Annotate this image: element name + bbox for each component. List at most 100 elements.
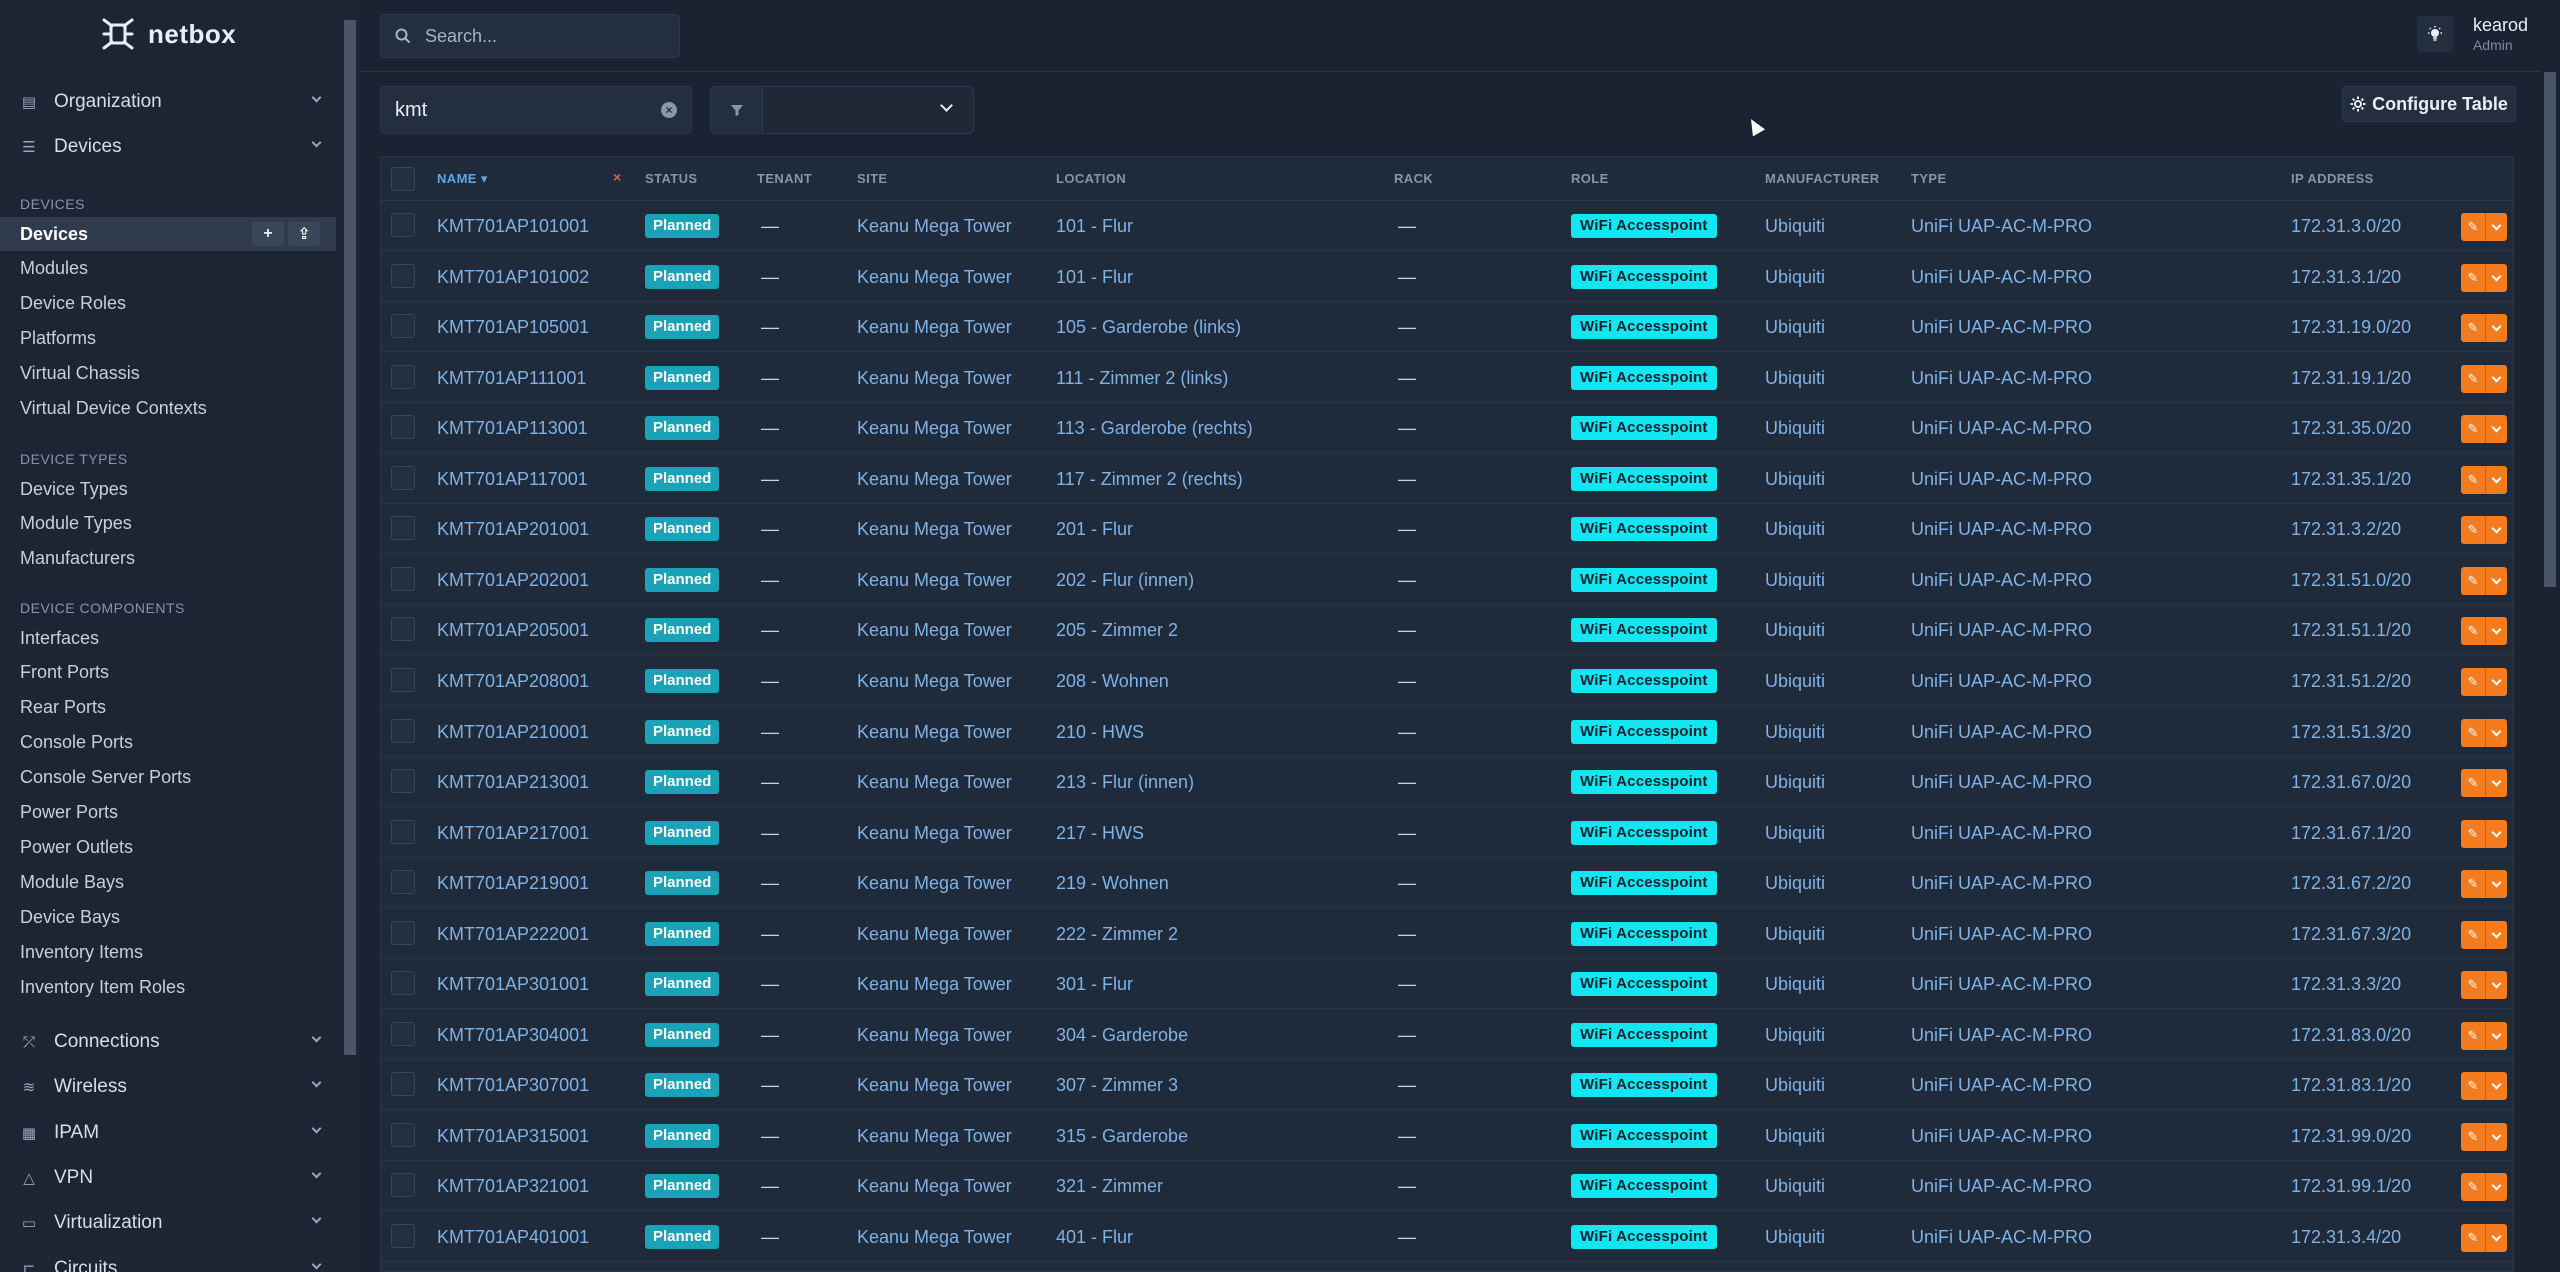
manufacturer-cell[interactable]: Ubiquiti: [1765, 671, 1825, 692]
sidebar-scrollbar-thumb[interactable]: [344, 20, 356, 1055]
chevron-down-icon[interactable]: [2485, 1021, 2507, 1050]
name-cell[interactable]: KMT701AP111001: [437, 368, 586, 389]
column-header-rack[interactable]: Rack: [1394, 171, 1433, 186]
nav-group-virtualization[interactable]: ▭ Virtualization: [0, 1201, 340, 1245]
role-badge[interactable]: WiFi Accesspoint: [1571, 214, 1717, 238]
chevron-down-icon[interactable]: [2485, 213, 2507, 241]
sidebar-item-platforms[interactable]: Platforms: [0, 322, 336, 356]
chevron-down-icon[interactable]: [2485, 263, 2507, 292]
name-cell[interactable]: KMT701AP202001: [437, 570, 589, 591]
pencil-icon[interactable]: ✎: [2461, 219, 2485, 235]
manufacturer-cell[interactable]: Ubiquiti: [1765, 620, 1825, 641]
location-cell[interactable]: 208 - Wohnen: [1056, 671, 1169, 692]
manufacturer-cell[interactable]: Ubiquiti: [1765, 1126, 1825, 1147]
role-badge[interactable]: WiFi Accesspoint: [1571, 567, 1717, 592]
row-checkbox[interactable]: [391, 1021, 415, 1046]
role-badge[interactable]: WiFi Accesspoint: [1571, 315, 1717, 340]
name-cell[interactable]: KMT701AP401001: [437, 1227, 589, 1248]
row-actions[interactable]: ✎: [2461, 1072, 2507, 1101]
ip-cell[interactable]: 172.31.51.3/20: [2291, 722, 2411, 743]
column-header-status[interactable]: Status: [645, 171, 697, 186]
row-checkbox[interactable]: [391, 314, 415, 339]
name-cell[interactable]: KMT701AP101001: [437, 216, 589, 237]
name-cell[interactable]: KMT701AP217001: [437, 823, 589, 844]
pencil-icon[interactable]: ✎: [2461, 421, 2485, 437]
location-cell[interactable]: 105 - Garderobe (links): [1056, 317, 1241, 338]
sidebar-item-rear-ports[interactable]: Rear Ports: [0, 691, 336, 725]
column-header-role[interactable]: Role: [1571, 171, 1609, 186]
sidebar-item-virtual-device-contexts[interactable]: Virtual Device Contexts: [0, 392, 336, 426]
row-checkbox[interactable]: [391, 516, 415, 541]
name-cell[interactable]: KMT701AP213001: [437, 772, 589, 793]
role-badge[interactable]: WiFi Accesspoint: [1571, 416, 1717, 441]
location-cell[interactable]: 101 - Flur: [1056, 267, 1133, 288]
type-cell[interactable]: UniFi UAP-AC-M-PRO: [1911, 1126, 2092, 1147]
chevron-down-icon[interactable]: [2485, 314, 2507, 343]
role-badge[interactable]: WiFi Accesspoint: [1571, 618, 1717, 643]
nav-group-connections[interactable]: ⤱ Connections: [0, 1020, 340, 1064]
column-header-ip-address[interactable]: IP Address: [2291, 171, 2374, 186]
pencil-icon[interactable]: ✎: [2461, 725, 2485, 741]
clear-search-icon[interactable]: ×: [661, 102, 677, 118]
site-cell[interactable]: Keanu Mega Tower: [857, 368, 1012, 389]
row-checkbox[interactable]: [391, 213, 415, 237]
name-cell[interactable]: KMT701AP210001: [437, 722, 589, 743]
ip-cell[interactable]: 172.31.35.0/20: [2291, 418, 2411, 439]
pencil-icon[interactable]: ✎: [2461, 1078, 2485, 1094]
row-actions[interactable]: ✎: [2461, 617, 2507, 646]
row-actions[interactable]: ✎: [2461, 1021, 2507, 1050]
name-cell[interactable]: KMT701AP208001: [437, 671, 589, 692]
row-checkbox[interactable]: [391, 465, 415, 490]
type-cell[interactable]: UniFi UAP-AC-M-PRO: [1911, 873, 2092, 894]
ip-cell[interactable]: 172.31.51.0/20: [2291, 570, 2411, 591]
role-badge[interactable]: WiFi Accesspoint: [1571, 770, 1717, 795]
row-checkbox[interactable]: [391, 1072, 415, 1097]
site-cell[interactable]: Keanu Mega Tower: [857, 671, 1012, 692]
ip-cell[interactable]: 172.31.67.1/20: [2291, 823, 2411, 844]
role-badge[interactable]: WiFi Accesspoint: [1571, 1073, 1717, 1098]
pencil-icon[interactable]: ✎: [2461, 573, 2485, 589]
column-header-tenant[interactable]: Tenant: [757, 171, 812, 186]
pencil-icon[interactable]: ✎: [2461, 977, 2485, 993]
row-checkbox[interactable]: [391, 1224, 415, 1248]
nav-group-wireless[interactable]: ≋ Wireless: [0, 1065, 340, 1109]
location-cell[interactable]: 222 - Zimmer 2: [1056, 924, 1178, 945]
ip-cell[interactable]: 172.31.83.0/20: [2291, 1025, 2411, 1046]
location-cell[interactable]: 202 - Flur (innen): [1056, 570, 1194, 591]
main-scrollbar-thumb[interactable]: [2544, 72, 2556, 587]
sidebar-item-module-bays[interactable]: Module Bays: [0, 865, 336, 899]
pencil-icon[interactable]: ✎: [2461, 927, 2485, 943]
name-cell[interactable]: KMT701AP201001: [437, 519, 589, 540]
ip-cell[interactable]: 172.31.83.1/20: [2291, 1075, 2411, 1096]
sidebar-item-console-ports[interactable]: Console Ports: [0, 726, 336, 760]
quick-search-input[interactable]: [395, 98, 645, 122]
select-all-checkbox[interactable]: [391, 167, 415, 191]
row-actions[interactable]: ✎: [2461, 1224, 2507, 1252]
name-cell[interactable]: KMT701AP113001: [437, 418, 588, 439]
site-cell[interactable]: Keanu Mega Tower: [857, 924, 1012, 945]
manufacturer-cell[interactable]: Ubiquiti: [1765, 924, 1825, 945]
manufacturer-cell[interactable]: Ubiquiti: [1765, 317, 1825, 338]
row-checkbox[interactable]: [391, 566, 415, 591]
pencil-icon[interactable]: ✎: [2461, 522, 2485, 538]
manufacturer-cell[interactable]: Ubiquiti: [1765, 368, 1825, 389]
site-cell[interactable]: Keanu Mega Tower: [857, 519, 1012, 540]
row-checkbox[interactable]: [391, 920, 415, 945]
row-actions[interactable]: ✎: [2461, 415, 2507, 444]
ip-cell[interactable]: 172.31.19.0/20: [2291, 317, 2411, 338]
row-checkbox[interactable]: [391, 415, 415, 440]
ip-cell[interactable]: 172.31.67.3/20: [2291, 924, 2411, 945]
row-actions[interactable]: ✎: [2461, 870, 2507, 899]
location-cell[interactable]: 321 - Zimmer: [1056, 1176, 1163, 1197]
manufacturer-cell[interactable]: Ubiquiti: [1765, 772, 1825, 793]
row-checkbox[interactable]: [391, 364, 415, 389]
name-cell[interactable]: KMT701AP304001: [437, 1025, 589, 1046]
pencil-icon[interactable]: ✎: [2461, 876, 2485, 892]
chevron-down-icon[interactable]: [2485, 667, 2507, 696]
row-checkbox[interactable]: [391, 718, 415, 743]
type-cell[interactable]: UniFi UAP-AC-M-PRO: [1911, 1075, 2092, 1096]
type-cell[interactable]: UniFi UAP-AC-M-PRO: [1911, 974, 2092, 995]
role-badge[interactable]: WiFi Accesspoint: [1571, 517, 1717, 542]
add-icon[interactable]: +: [252, 222, 284, 246]
ip-cell[interactable]: 172.31.99.0/20: [2291, 1126, 2411, 1147]
